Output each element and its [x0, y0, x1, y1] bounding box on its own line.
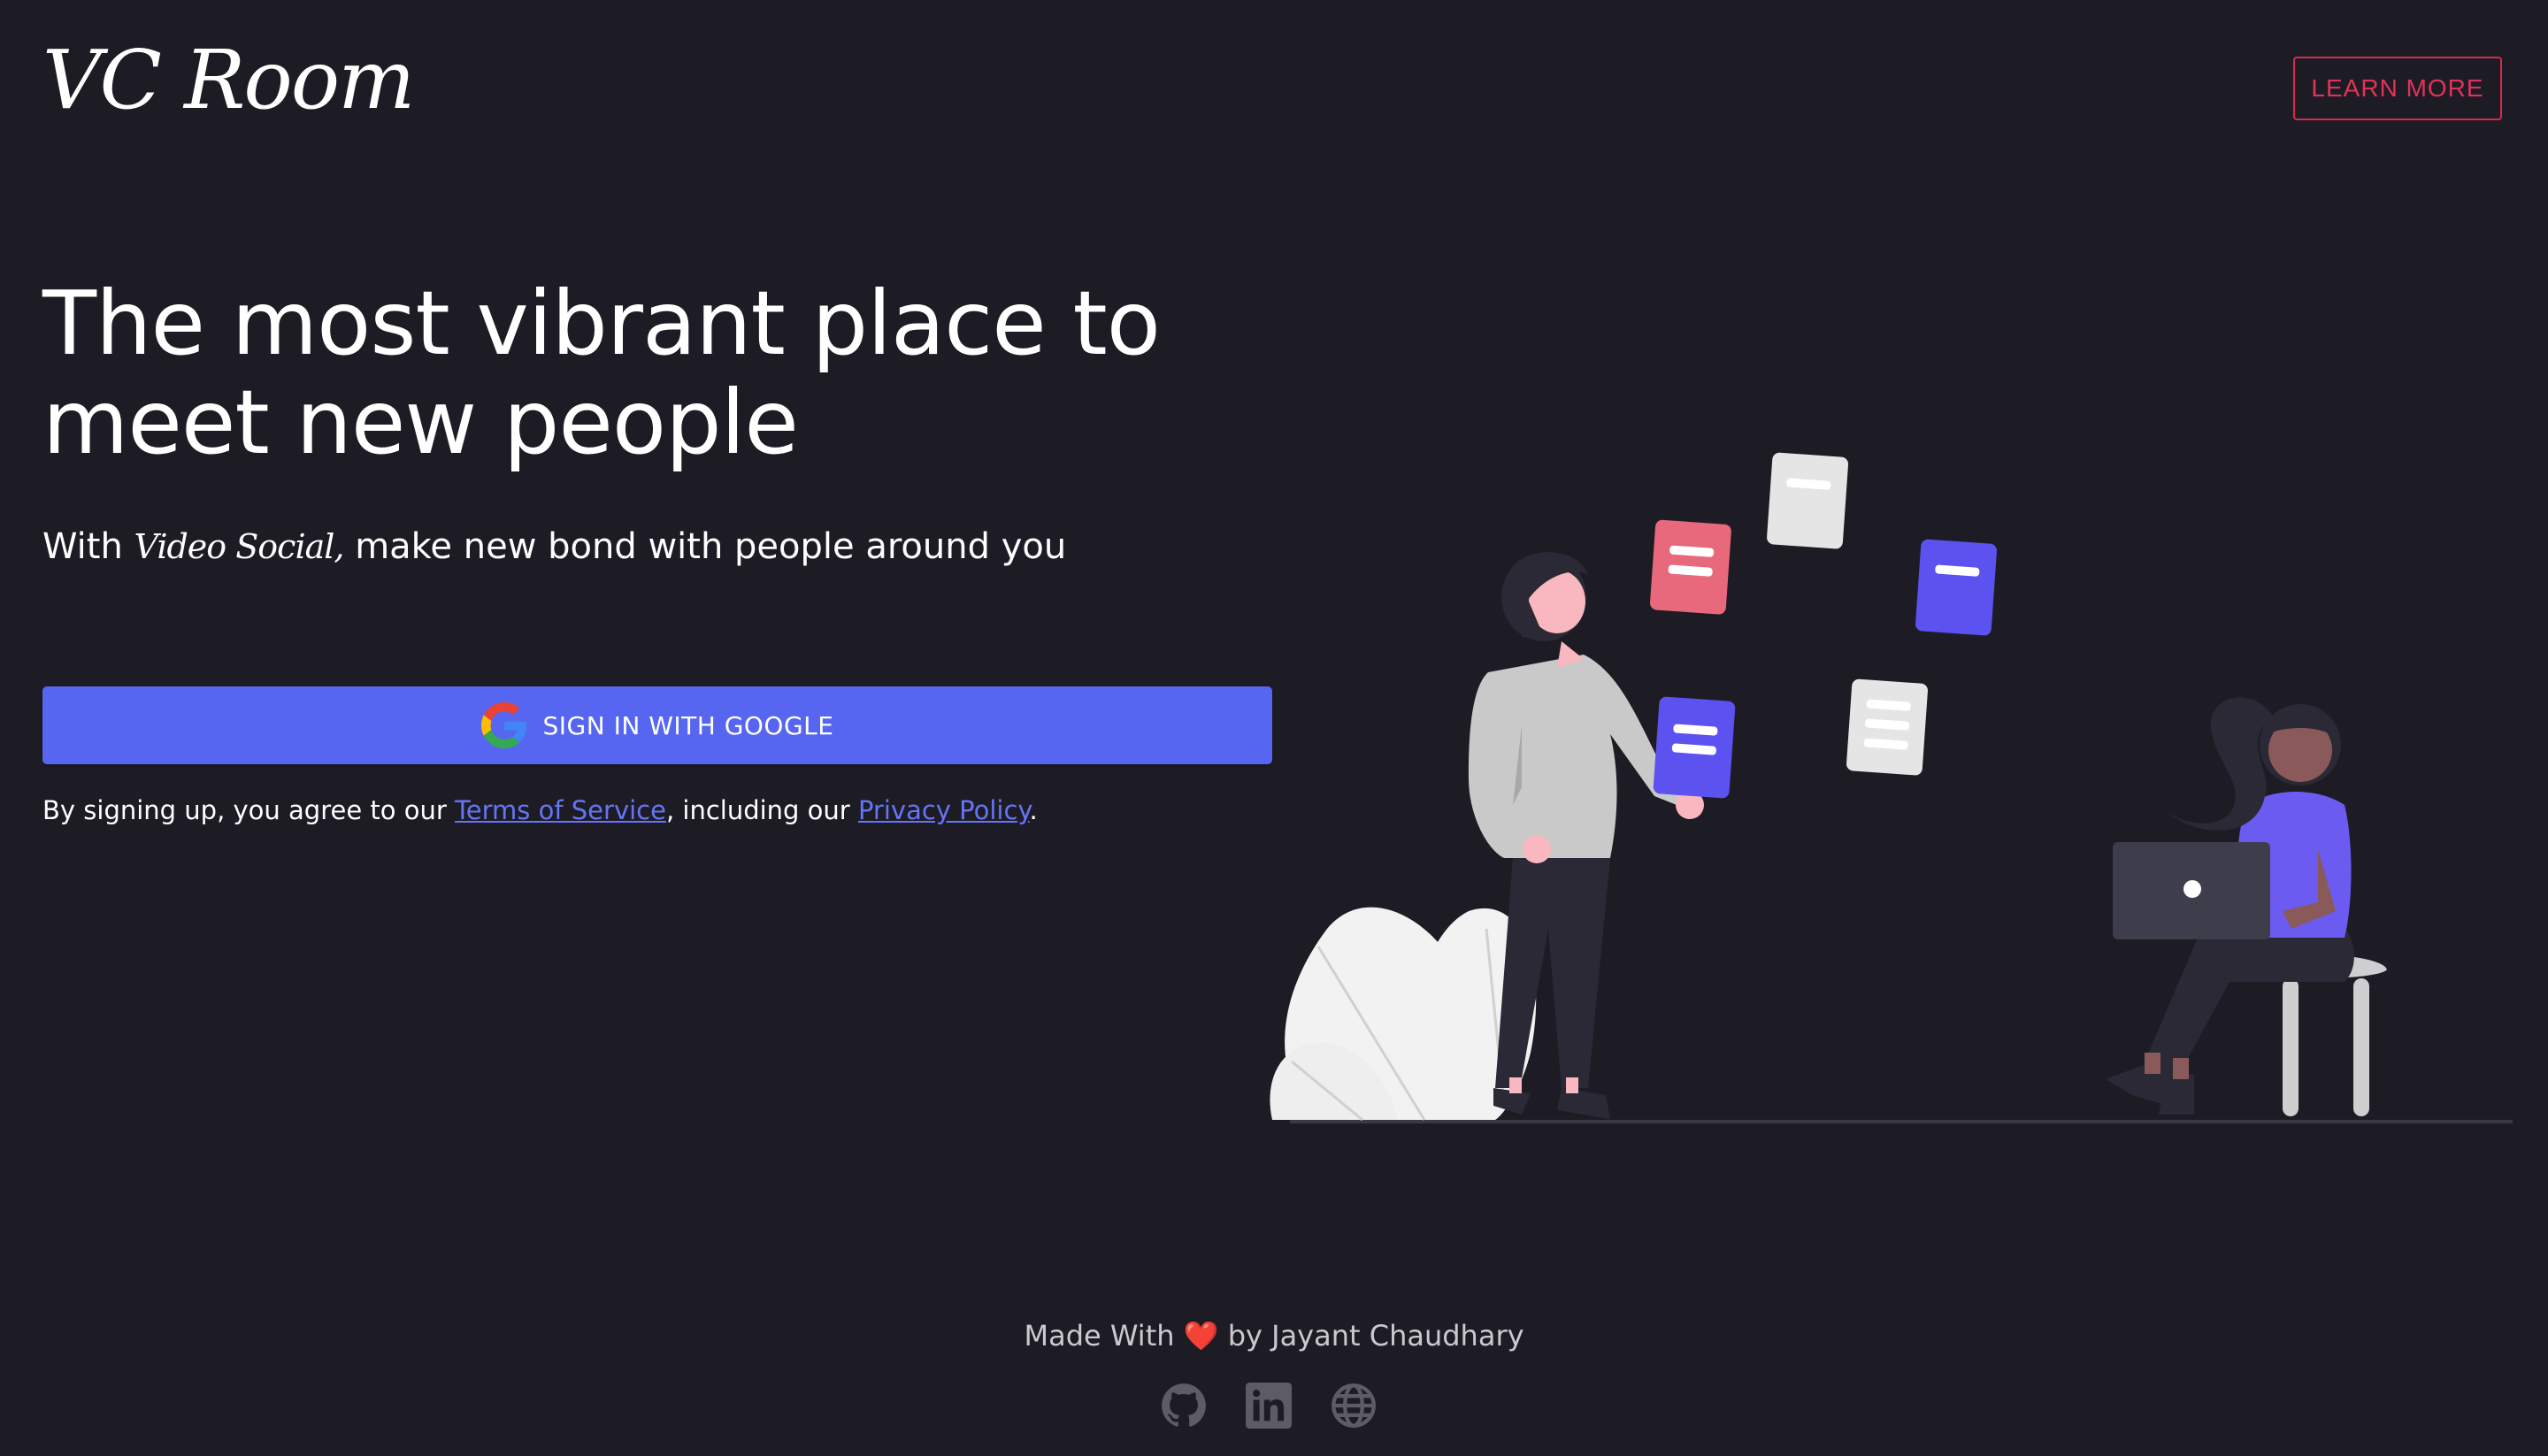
terms-middle: , including our [665, 795, 850, 825]
terms-of-service-link[interactable]: Terms of Service [455, 795, 666, 825]
made-with-text: Made With [1024, 1319, 1175, 1353]
linkedin-icon[interactable] [1246, 1383, 1292, 1429]
sitting-person-illustration [2106, 697, 2387, 1116]
globe-icon[interactable] [1331, 1383, 1377, 1429]
terms-prefix: By signing up, you agree to our [42, 795, 447, 825]
subline-suffix: make new bond with people around you [355, 526, 1067, 567]
social-links [1161, 1383, 1377, 1429]
floating-documents [1650, 452, 1997, 799]
google-signin-button[interactable]: SIGN IN WITH GOOGLE [42, 686, 1272, 764]
heart-icon: ❤️ [1183, 1319, 1219, 1353]
author-credit: by Jayant Chaudhary [1227, 1319, 1524, 1353]
google-icon [480, 702, 526, 748]
standing-person-illustration [1469, 552, 1704, 1119]
made-with-credit: Made With ❤️ by Jayant Chaudhary [0, 1314, 2548, 1357]
logo[interactable]: VC Room [42, 32, 415, 129]
github-icon[interactable] [1161, 1383, 1207, 1429]
subline-brand: Video Social, [134, 527, 345, 566]
hero-subline: With Video Social, make new bond with pe… [42, 520, 1066, 573]
learn-more-button[interactable]: LEARN MORE [2293, 57, 2502, 120]
terms-notice: By signing up, you agree to our Terms of… [42, 791, 1038, 830]
hero-illustration [1270, 452, 2513, 1123]
subline-prefix: With [42, 526, 123, 567]
privacy-policy-link[interactable]: Privacy Policy [858, 795, 1030, 825]
terms-end: . [1029, 795, 1038, 825]
ground-line [1290, 1120, 2513, 1123]
hero-headline: The most vibrant place to meet new peopl… [42, 272, 1161, 474]
google-signin-label: SIGN IN WITH GOOGLE [542, 710, 834, 740]
landing-page: VC Room LEARN MORE The most vibrant plac… [0, 0, 2548, 1456]
